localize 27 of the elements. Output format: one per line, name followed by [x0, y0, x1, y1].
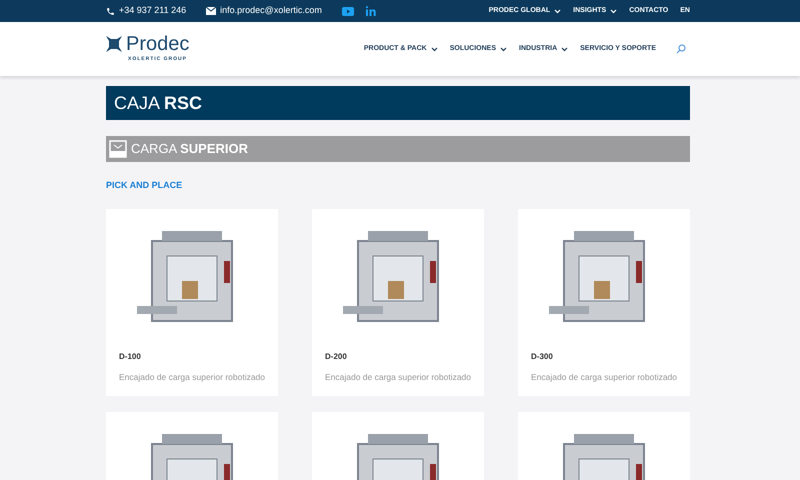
caret-icon	[500, 46, 508, 52]
caret-icon	[554, 8, 562, 14]
product-card[interactable]: D-200 Encajado de carga superior robotizado	[312, 208, 484, 396]
caret-icon	[610, 8, 618, 14]
caret-icon	[430, 46, 438, 52]
linkedin-icon[interactable]	[366, 6, 376, 16]
product-description: Encajado de carga superior robotizado	[325, 370, 471, 384]
phone-number[interactable]: +34 937 211 246	[119, 4, 186, 18]
product-code: D-200	[325, 350, 348, 362]
caret-icon	[561, 46, 568, 52]
email-link[interactable]: info.prodec@xolertic.com	[220, 4, 322, 18]
logo-text[interactable]: Prodec	[126, 34, 190, 54]
phone-icon	[106, 6, 115, 16]
search-icon[interactable]	[676, 44, 686, 54]
product-code: D-100	[119, 350, 142, 362]
logo-icon	[106, 36, 122, 52]
product-description: Encajado de carga superior robotizado	[531, 370, 677, 384]
mail-icon	[206, 7, 216, 15]
product-card[interactable]: D-100 Encajado de carga superior robotizado	[106, 208, 278, 396]
subsection-title: PICK AND PLACE	[106, 179, 184, 192]
section-header: CARGA SUPERIOR	[106, 136, 690, 162]
youtube-icon[interactable]	[342, 6, 354, 16]
product-card[interactable]: D-300 Encajado de carga superior robotizado	[518, 208, 690, 396]
product-description: Encajado de carga superior robotizado	[119, 370, 265, 384]
page-title: CAJA RSC	[106, 86, 690, 120]
box-icon	[109, 140, 127, 158]
product-code: D-300	[531, 350, 554, 362]
